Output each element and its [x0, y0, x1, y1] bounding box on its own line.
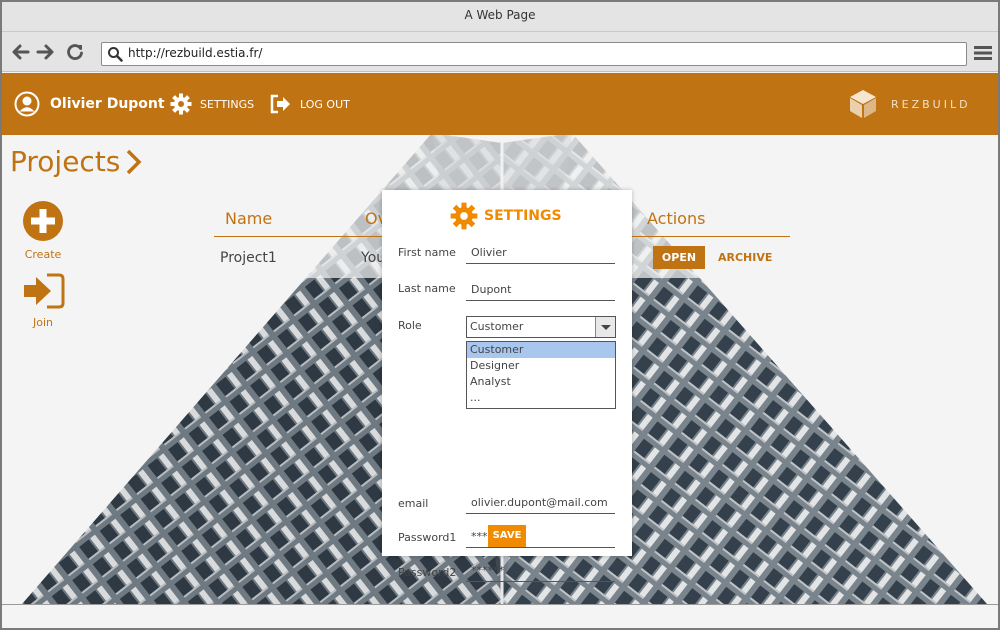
- last-name-field[interactable]: [466, 279, 615, 301]
- logout-icon: [270, 94, 290, 114]
- address-bar[interactable]: http://rezbuild.estia.fr/: [101, 42, 967, 66]
- browser-toolbar: http://rezbuild.estia.fr/: [2, 32, 998, 72]
- forward-arrow-icon[interactable]: [36, 42, 56, 62]
- password1-label: Password1: [398, 531, 457, 544]
- first-name-label: First name: [398, 246, 456, 259]
- search-icon: [108, 47, 123, 62]
- browser-window: A Web Page http://rezbuild.estia.fr/ Oli…: [0, 0, 1000, 630]
- url-text: http://rezbuild.estia.fr/: [128, 46, 263, 60]
- join-project-button[interactable]: Join: [18, 272, 68, 329]
- user-profile[interactable]: Olivier Dupont: [14, 73, 165, 135]
- back-arrow-icon[interactable]: [10, 42, 30, 62]
- email-label: email: [398, 497, 429, 510]
- role-selected-value: Customer: [470, 320, 524, 333]
- dropdown-arrow-icon[interactable]: [595, 317, 615, 337]
- hamburger-menu-icon[interactable]: [974, 44, 992, 62]
- logout-label: LOG OUT: [300, 97, 350, 111]
- last-name-label: Last name: [398, 282, 456, 295]
- password2-field[interactable]: [466, 560, 615, 582]
- role-option-more[interactable]: ...: [467, 390, 615, 406]
- user-name: Olivier Dupont: [50, 96, 165, 112]
- settings-dialog-title: SETTINGS: [450, 202, 562, 230]
- gear-icon: [450, 202, 478, 230]
- settings-dialog-title-text: SETTINGS: [484, 208, 562, 224]
- role-option-analyst[interactable]: Analyst: [467, 374, 615, 390]
- app-header: Olivier Dupont SETTINGS LOG OUT REZBUILD: [2, 73, 998, 135]
- role-option-designer[interactable]: Designer: [467, 358, 615, 374]
- plus-circle-icon: [23, 201, 63, 241]
- user-icon: [14, 91, 40, 117]
- page-title-text: Projects: [10, 145, 121, 178]
- join-label: Join: [32, 316, 53, 329]
- role-select[interactable]: Customer: [466, 316, 616, 338]
- open-project-button[interactable]: OPEN: [653, 246, 705, 269]
- column-name-header: Name: [225, 209, 273, 228]
- role-label: Role: [398, 319, 422, 332]
- settings-link[interactable]: SETTINGS: [170, 73, 254, 135]
- window-title-bar: A Web Page: [2, 2, 998, 32]
- create-label: Create: [24, 248, 62, 261]
- logout-link[interactable]: LOG OUT: [270, 73, 350, 135]
- save-button[interactable]: SAVE: [488, 525, 526, 547]
- gear-icon: [170, 93, 192, 115]
- archive-project-button[interactable]: ARCHIVE: [718, 251, 772, 264]
- rezbuild-cube-logo: [850, 90, 876, 118]
- page-title: Projects: [10, 145, 144, 178]
- settings-dialog: SETTINGS First name Last name Role Custo…: [382, 190, 632, 582]
- window-title: A Web Page: [464, 8, 536, 22]
- browser-status-bar: [2, 604, 998, 628]
- password2-label: Password2: [398, 566, 457, 579]
- join-icon: [24, 273, 65, 309]
- create-project-button[interactable]: Create: [18, 200, 68, 261]
- first-name-field[interactable]: [466, 242, 615, 264]
- reload-icon[interactable]: [65, 42, 85, 62]
- column-actions-header: Actions: [647, 209, 706, 228]
- role-options-list: Customer Designer Analyst ...: [466, 341, 616, 409]
- logo-text: REZBUILD: [891, 97, 971, 111]
- chevron-right-icon: [127, 149, 142, 174]
- rezbuild-logo[interactable]: REZBUILD: [847, 87, 971, 121]
- email-field[interactable]: [466, 492, 615, 514]
- project-name-cell[interactable]: Project1: [220, 250, 277, 266]
- page-viewport: Olivier Dupont SETTINGS LOG OUT REZBUILD…: [2, 73, 998, 604]
- settings-label: SETTINGS: [200, 97, 255, 111]
- role-option-customer[interactable]: Customer: [467, 342, 615, 358]
